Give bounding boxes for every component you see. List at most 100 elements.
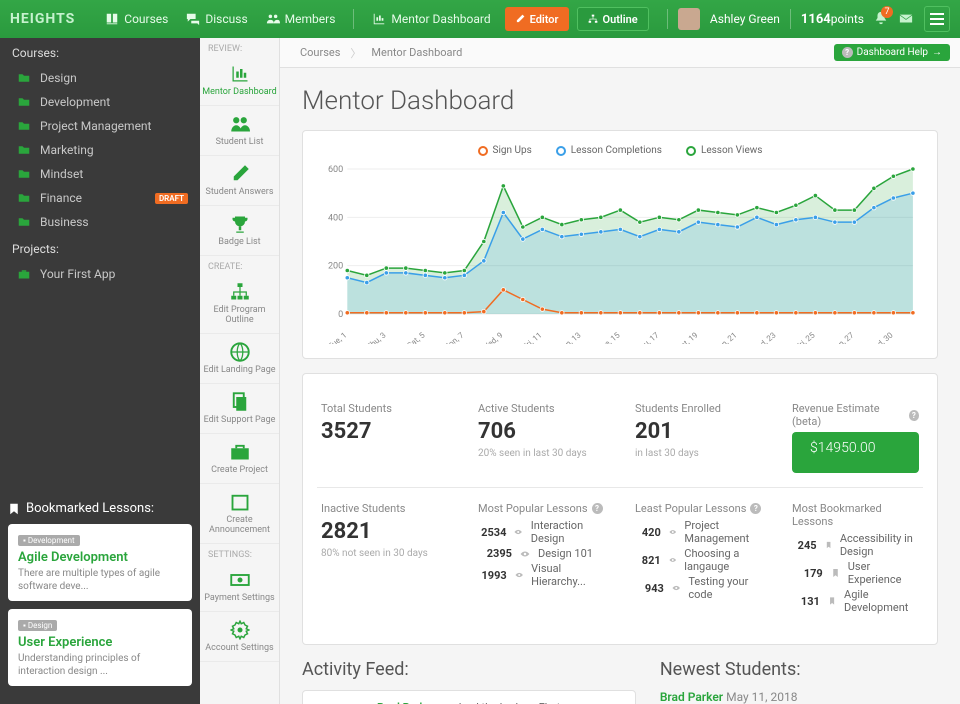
review-item[interactable]: Edit Support Page <box>200 384 279 434</box>
stat-popular: Most Popular Lessons ? 2534Interaction D… <box>478 502 605 616</box>
popular-row: 2395Design 101 <box>478 547 605 560</box>
menu-button[interactable] <box>924 6 950 32</box>
review-item[interactable]: Student List <box>200 106 279 156</box>
sidebar: Courses: DesignDevelopmentProject Manage… <box>0 38 200 704</box>
svg-text:Sun, 27: Sun, 27 <box>830 330 856 344</box>
review-item[interactable]: Student Answers <box>200 156 279 206</box>
legend-views: Lesson Views <box>686 145 763 156</box>
top-nav: Courses Discuss Members Mentor Dashboard <box>105 9 490 29</box>
svg-text:Mon, 21: Mon, 21 <box>711 331 739 344</box>
popular-row: 943Testing your code <box>635 575 762 601</box>
review-item[interactable]: Create Announcement <box>200 484 279 544</box>
courses-list: DesignDevelopmentProject ManagementMarke… <box>0 66 200 234</box>
nav-mentor-dashboard[interactable]: Mentor Dashboard <box>372 12 490 26</box>
nav-courses[interactable]: Courses <box>105 12 168 26</box>
users-icon <box>266 12 280 26</box>
brand: HEIGHTS <box>10 11 75 27</box>
activity-title: Activity Feed: <box>302 659 636 680</box>
popular-row: 420Project Management <box>635 519 762 545</box>
svg-text:400: 400 <box>328 213 343 223</box>
pencil-icon <box>515 14 525 24</box>
review-item[interactable]: Account Settings <box>200 612 279 662</box>
main-content: Courses 〉 Mentor Dashboard ? Dashboard H… <box>280 38 960 704</box>
stats-row-1: Total Students 3527 Active Students 706 … <box>317 388 923 488</box>
sidebar-project-item[interactable]: Your First App <box>0 262 200 286</box>
sidebar-course-item[interactable]: Marketing <box>0 138 200 162</box>
review-item[interactable]: Edit Program Outline <box>200 274 279 334</box>
svg-text:Thu, 3: Thu, 3 <box>365 331 388 344</box>
sitemap-icon <box>588 14 598 24</box>
review-item[interactable]: Payment Settings <box>200 562 279 612</box>
info-icon: ? <box>842 47 853 58</box>
nav-separator <box>353 9 354 29</box>
bookmark-icon <box>8 503 20 515</box>
stat-inactive: Inactive Students 2821 80% not seen in 3… <box>321 502 448 616</box>
stats-row-2: Inactive Students 2821 80% not seen in 3… <box>317 488 923 630</box>
sidebar-course-item[interactable]: Business <box>0 210 200 234</box>
top-action-buttons: Editor Outline <box>505 7 649 31</box>
nav-label: Discuss <box>205 12 247 26</box>
stat-bookmarked: Most Bookmarked Lessons 245Accessibility… <box>792 502 919 616</box>
page-title: Mentor Dashboard <box>280 68 960 130</box>
activity-feed-section: Activity Feed: Brad Parker received the … <box>302 659 636 704</box>
svg-text:Fri, 25: Fri, 25 <box>794 330 817 344</box>
book-icon <box>105 12 119 26</box>
newest-student[interactable]: Brad Parker May 11, 2018 <box>660 690 938 704</box>
newest-title: Newest Students: <box>660 659 938 680</box>
chart-icon <box>372 12 386 26</box>
legend-completions: Lesson Completions <box>556 145 662 156</box>
svg-text:Tue, 15: Tue, 15 <box>596 330 622 344</box>
bookmark-card[interactable]: ▪ DesignUser ExperienceUnderstanding pri… <box>8 609 192 686</box>
notifications[interactable]: 7 <box>874 11 888 28</box>
popular-row: 1993Visual Hierarchy... <box>478 562 605 588</box>
editor-button[interactable]: Editor <box>505 7 569 31</box>
sidebar-course-item[interactable]: FinanceDRAFT <box>0 186 200 210</box>
outline-button[interactable]: Outline <box>577 7 649 31</box>
user-name[interactable]: Ashley Green <box>710 12 780 26</box>
svg-text:600: 600 <box>328 165 343 175</box>
breadcrumb: Courses 〉 Mentor Dashboard ? Dashboard H… <box>280 38 960 68</box>
chart-card: Sign Ups Lesson Completions Lesson Views… <box>302 130 938 359</box>
feed-item[interactable]: Brad Parker received the badge - First L… <box>303 691 635 704</box>
separator <box>667 9 668 29</box>
svg-text:Sun, 13: Sun, 13 <box>557 331 583 344</box>
popular-row: 821Choosing a langauge <box>635 547 762 573</box>
review-sidebar: REVIEW:Mentor DashboardStudent ListStude… <box>200 38 280 704</box>
review-item[interactable]: Create Project <box>200 434 279 484</box>
sidebar-course-item[interactable]: Mindset <box>0 162 200 186</box>
review-item[interactable]: Mentor Dashboard <box>200 56 279 106</box>
chart-legend: Sign Ups Lesson Completions Lesson Views <box>317 145 923 156</box>
notif-badge: 7 <box>881 6 893 18</box>
bookmark-card[interactable]: ▪ DevelopmentAgile DevelopmentThere are … <box>8 524 192 601</box>
arrow-right-icon: → <box>932 47 942 58</box>
svg-text:200: 200 <box>328 262 343 272</box>
svg-text:Wed, 9: Wed, 9 <box>480 331 504 344</box>
popular-row: 131Agile Development <box>792 588 919 614</box>
sidebar-course-item[interactable]: Project Management <box>0 114 200 138</box>
stat-active-students: Active Students 706 20% seen in last 30 … <box>478 402 605 473</box>
dashboard-help-button[interactable]: ? Dashboard Help → <box>834 44 950 61</box>
projects-list: Your First App <box>0 262 200 286</box>
newest-students-section: Newest Students: Brad Parker May 11, 201… <box>660 659 938 704</box>
nav-members[interactable]: Members <box>266 12 336 26</box>
crumb-current: Mentor Dashboard <box>361 46 472 59</box>
review-item[interactable]: Edit Landing Page <box>200 334 279 384</box>
topbar: HEIGHTS Courses Discuss Members Mentor D… <box>0 0 960 38</box>
inbox-icon[interactable] <box>898 12 914 26</box>
legend-signups: Sign Ups <box>478 145 532 156</box>
nav-discuss[interactable]: Discuss <box>186 12 247 26</box>
review-item[interactable]: Badge List <box>200 206 279 256</box>
sidebar-course-item[interactable]: Development <box>0 90 200 114</box>
button-label: Editor <box>530 13 559 26</box>
courses-label: Courses: <box>0 38 200 66</box>
stat-least: Least Popular Lessons ? 420Project Manag… <box>635 502 762 616</box>
top-right: Ashley Green 1164points 7 <box>667 6 950 32</box>
sidebar-course-item[interactable]: Design <box>0 66 200 90</box>
nav-label: Mentor Dashboard <box>391 12 490 26</box>
review-section-label: REVIEW: <box>200 38 279 56</box>
user-avatar[interactable] <box>678 8 700 30</box>
crumb-courses[interactable]: Courses <box>290 46 350 59</box>
line-chart: 0200400600Tue, 1Thu, 3Sat, 5Mon, 7Wed, 9… <box>317 164 923 344</box>
nav-label: Members <box>285 12 336 26</box>
bottom-section: Activity Feed: Brad Parker received the … <box>302 659 938 704</box>
